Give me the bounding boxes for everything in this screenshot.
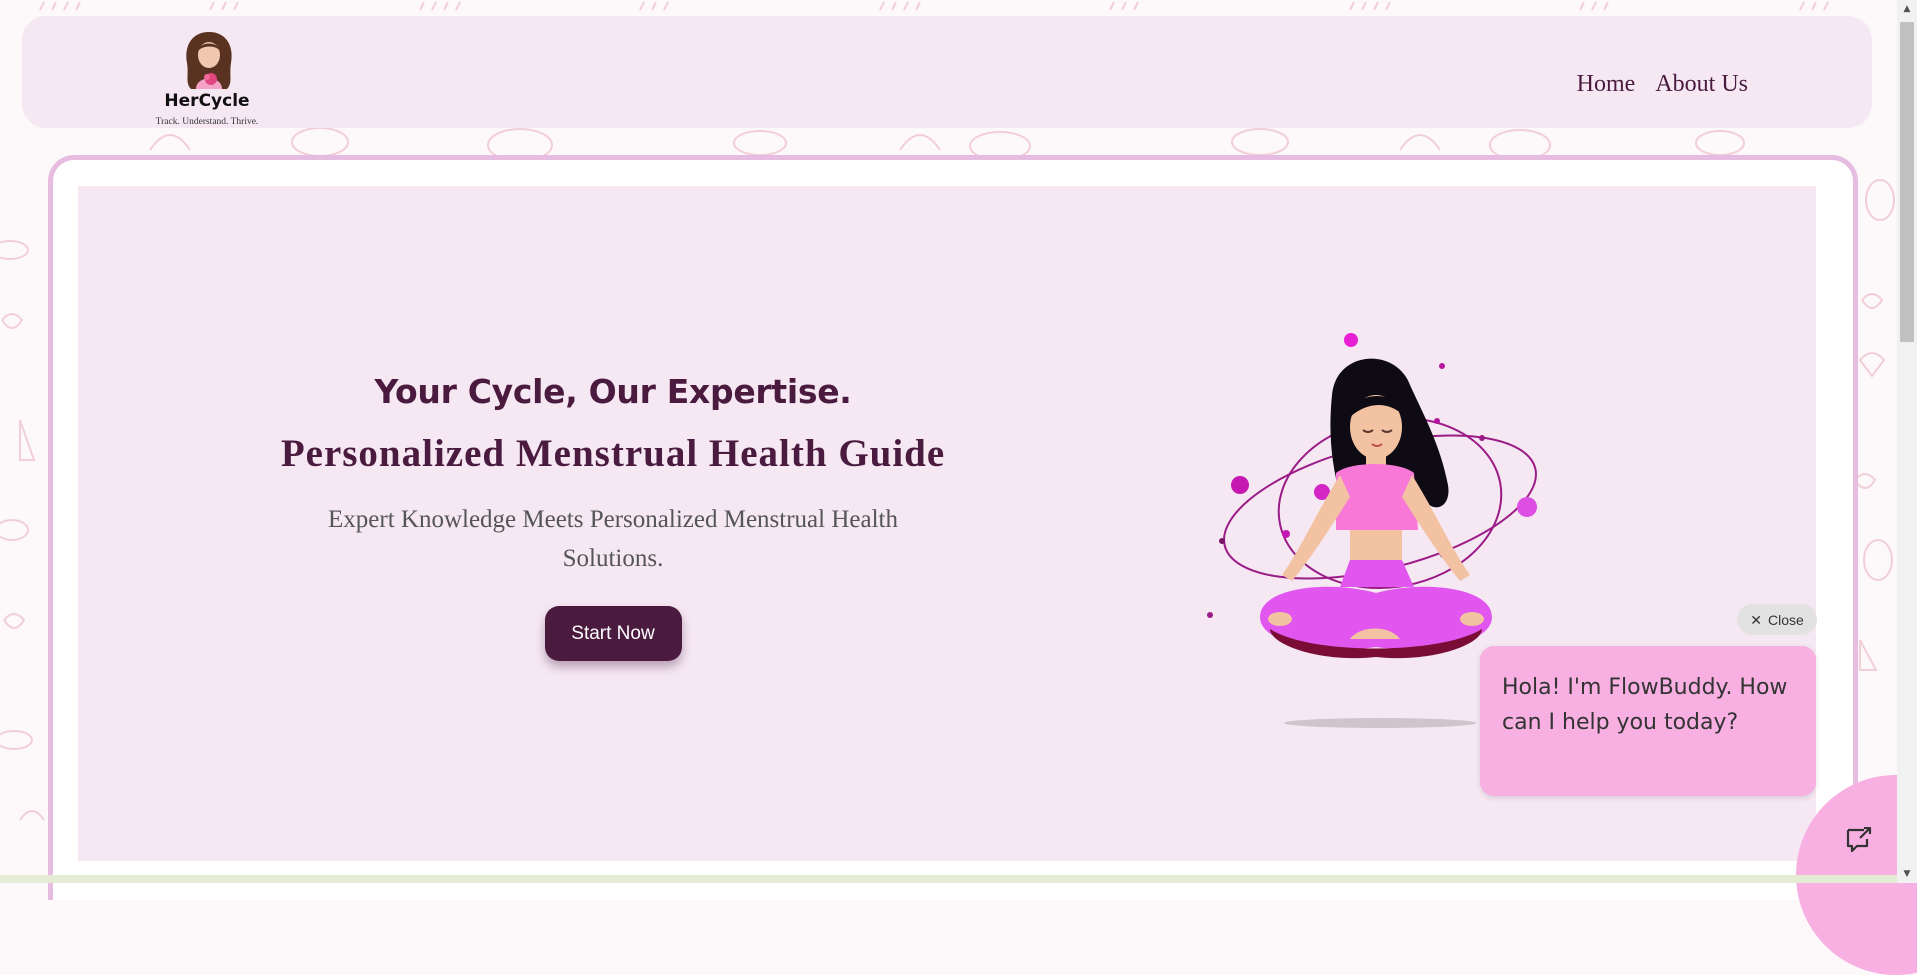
scroll-down-icon[interactable]: ▼ xyxy=(1897,865,1917,883)
hero-text-block: Your Cycle, Our Expertise. Personalized … xyxy=(268,372,958,661)
brand-name: HerCycle xyxy=(164,91,250,111)
hero-title: Your Cycle, Our Expertise. xyxy=(374,372,852,411)
chat-bubble: Hola! I'm FlowBuddy. How can I help you … xyxy=(1480,646,1816,796)
navbar: HerCycle Track. Understand. Thrive. Home… xyxy=(22,16,1872,128)
brand-tagline: Track. Understand. Thrive. xyxy=(155,117,259,127)
hero-subtitle: Personalized Menstrual Health Guide xyxy=(280,432,946,475)
nav-links: Home About Us xyxy=(1577,71,1748,98)
vertical-scrollbar[interactable]: ▲ ▼ xyxy=(1897,0,1917,883)
logo-woman-icon xyxy=(186,32,232,89)
nav-link-home[interactable]: Home xyxy=(1577,71,1636,98)
close-icon: ✕ xyxy=(1750,611,1762,628)
bottom-edge-strip xyxy=(0,875,1897,883)
scroll-up-icon[interactable]: ▲ xyxy=(1897,0,1917,18)
chat-close-label: Close xyxy=(1767,611,1804,628)
chat-icon xyxy=(1846,827,1872,853)
chat-close-button[interactable]: ✕ Close xyxy=(1737,604,1817,635)
chat-message: Hola! I'm FlowBuddy. How can I help you … xyxy=(1502,675,1788,735)
start-now-button[interactable]: Start Now xyxy=(544,606,682,661)
hero-description: Expert Knowledge Meets Personalized Mens… xyxy=(328,506,898,572)
brand-logo[interactable]: HerCycle Track. Understand. Thrive. xyxy=(137,29,277,134)
scrollbar-thumb[interactable] xyxy=(1900,22,1914,342)
nav-link-about-us[interactable]: About Us xyxy=(1655,71,1748,98)
